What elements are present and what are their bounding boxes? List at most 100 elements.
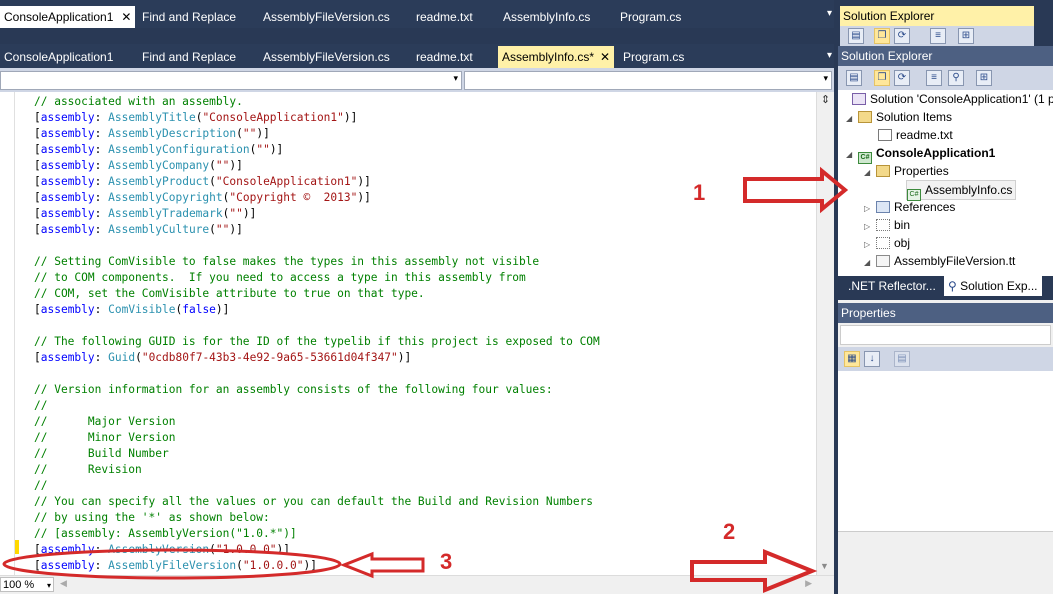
code-line[interactable]: // associated with an assembly.: [34, 94, 600, 110]
object-selector-dropdown[interactable]: [840, 325, 1051, 345]
tab-assemblyinfo-active[interactable]: AssemblyInfo.cs* ✕: [498, 46, 615, 68]
code-line[interactable]: // Version information for an assembly c…: [34, 382, 600, 398]
ghost-tab-find-replace[interactable]: Find and Replace: [138, 6, 240, 28]
tab-assemblyfileversion[interactable]: AssemblyFileVersion.cs: [259, 46, 394, 68]
ghost-tab-program[interactable]: Program.cs: [616, 6, 685, 28]
type-dropdown[interactable]: ▾: [0, 71, 462, 90]
scroll-down-icon[interactable]: ▼: [820, 561, 829, 571]
tree-item-obj[interactable]: ▷ obj: [864, 234, 910, 252]
code-token: )]: [229, 159, 243, 172]
tree-item-readme[interactable]: readme.txt: [878, 126, 953, 144]
expander-icon[interactable]: ◢: [864, 254, 876, 272]
code-line[interactable]: // The following GUID is for the ID of t…: [34, 334, 600, 350]
code-line[interactable]: [34, 238, 600, 254]
code-token: assembly: [40, 143, 95, 156]
ghost-solution-explorer-toolbar: ▤ ❐ ⟳ ≡ ⊞: [840, 26, 1034, 46]
categorized-icon[interactable]: ▦: [844, 351, 860, 367]
code-line[interactable]: // [assembly: AssemblyVersion("1.0.*")]: [34, 526, 600, 542]
tab-dropdown-icon[interactable]: ▾: [827, 8, 832, 19]
code-line[interactable]: [assembly: AssemblyConfiguration("")]: [34, 142, 600, 158]
tab-solution-explorer[interactable]: ⚲ Solution Exp...: [944, 276, 1042, 296]
property-grid[interactable]: [838, 371, 1053, 531]
code-line[interactable]: [34, 366, 600, 382]
member-dropdown[interactable]: ▾: [464, 71, 832, 90]
tab-program[interactable]: Program.cs: [619, 46, 688, 68]
code-line[interactable]: // Major Version: [34, 414, 600, 430]
code-token: [: [34, 207, 41, 220]
code-line[interactable]: // Revision: [34, 462, 600, 478]
code-line[interactable]: // Build Number: [34, 446, 600, 462]
tree-item-assemblyfileversion-tt[interactable]: ◢ AssemblyFileVersion.tt: [864, 252, 1015, 270]
show-all-files-icon[interactable]: ❐: [874, 70, 890, 86]
tab-readme[interactable]: readme.txt: [412, 46, 477, 68]
code-line[interactable]: [assembly: AssemblyCompany("")]: [34, 158, 600, 174]
scroll-right-icon[interactable]: ▶: [805, 578, 812, 589]
ghost-tab-assemblyfileversion[interactable]: AssemblyFileVersion.cs: [259, 6, 394, 28]
code-line[interactable]: [assembly: AssemblyCulture("")]: [34, 222, 600, 238]
property-pages-icon[interactable]: ▤: [894, 351, 910, 367]
class-diagram-icon[interactable]: ⊞: [976, 70, 992, 86]
tree-item-assemblyinfo[interactable]: C# AssemblyInfo.cs: [906, 180, 1017, 201]
refresh-icon[interactable]: ⟳: [894, 28, 910, 44]
code-line[interactable]: [assembly: AssemblyFileVersion("1.0.0.0"…: [34, 558, 600, 574]
code-line[interactable]: //: [34, 478, 600, 494]
code-line[interactable]: // You can specify all the values or you…: [34, 494, 600, 510]
folder-open-icon: [876, 165, 890, 177]
ghost-tab-label: ConsoleApplication1: [4, 10, 114, 24]
zoom-dropdown[interactable]: 100 % ▾: [0, 577, 54, 592]
tab-find-replace[interactable]: Find and Replace: [138, 46, 240, 68]
splitter-icon[interactable]: ⇕: [819, 94, 832, 107]
code-text[interactable]: // associated with an assembly. [assembly…: [34, 94, 600, 574]
code-line[interactable]: [assembly: AssemblyDescription("")]: [34, 126, 600, 142]
code-line[interactable]: //: [34, 398, 600, 414]
code-line[interactable]: // COM, set the ComVisible attribute to …: [34, 286, 600, 302]
tree-item-references[interactable]: ▷ References: [864, 198, 955, 216]
tab-dropdown-icon[interactable]: ▾: [827, 50, 832, 61]
expander-icon[interactable]: ◢: [864, 164, 876, 182]
ghost-tab-consoleapplication1[interactable]: ConsoleApplication1 ✕: [0, 6, 136, 28]
expander-icon[interactable]: ◢: [846, 110, 858, 128]
close-icon[interactable]: ✕: [600, 50, 610, 64]
code-token: AssemblyTrademark: [108, 207, 223, 220]
code-line[interactable]: [assembly: AssemblyTrademark("")]: [34, 206, 600, 222]
alphabetical-icon[interactable]: ↓: [864, 351, 880, 367]
properties-icon[interactable]: ▤: [846, 70, 862, 86]
tree-item-label: obj: [894, 236, 911, 250]
class-diagram-icon[interactable]: ⊞: [958, 28, 974, 44]
view-code-icon[interactable]: ≡: [930, 28, 946, 44]
tab-consoleapplication1[interactable]: ConsoleApplication1: [0, 46, 117, 68]
ghost-tab-readme[interactable]: readme.txt: [412, 6, 477, 28]
tree-item-solution-items[interactable]: ◢ Solution Items: [846, 108, 952, 126]
code-line[interactable]: // by using the '*' as shown below:: [34, 510, 600, 526]
code-line[interactable]: // to COM components. If you need to acc…: [34, 270, 600, 286]
tree-item-bin[interactable]: ▷ bin: [864, 216, 910, 234]
code-line[interactable]: [assembly: Guid("0cdb80f7-43b3-4e92-9a65…: [34, 350, 600, 366]
tree-item-project[interactable]: ◢ C# ConsoleApplication1: [846, 144, 995, 164]
code-line[interactable]: [assembly: AssemblyProduct("ConsoleAppli…: [34, 174, 600, 190]
refresh-icon[interactable]: ⟳: [894, 70, 910, 86]
code-token: )]: [242, 207, 257, 220]
vertical-scrollbar[interactable]: ⇕ ▼: [816, 92, 835, 575]
scroll-left-icon[interactable]: ◀: [60, 578, 67, 589]
code-line[interactable]: [assembly: AssemblyCopyright("Copyright …: [34, 190, 600, 206]
tab-label: .NET Reflector...: [848, 279, 936, 293]
properties-icon[interactable]: ▤: [848, 28, 864, 44]
code-editor[interactable]: // associated with an assembly. [assembly…: [0, 92, 835, 594]
code-line[interactable]: [assembly: AssemblyVersion("1.0.0.0")]: [34, 542, 600, 558]
code-line[interactable]: // Setting ComVisible to false makes the…: [34, 254, 600, 270]
view-code-icon[interactable]: ≡: [926, 70, 942, 86]
code-line[interactable]: [assembly: ComVisible(false)]: [34, 302, 600, 318]
code-line[interactable]: // Minor Version: [34, 430, 600, 446]
tree-item-solution[interactable]: Solution 'ConsoleApplication1' (1 p: [840, 90, 1053, 108]
code-line[interactable]: [34, 318, 600, 334]
expander-icon[interactable]: ◢: [846, 146, 858, 164]
close-icon[interactable]: ✕: [121, 10, 131, 24]
tab-net-reflector[interactable]: .NET Reflector...: [844, 276, 940, 296]
code-token: assembly: [40, 303, 95, 316]
ghost-tab-assemblyinfo[interactable]: AssemblyInfo.cs: [499, 6, 594, 28]
view-designer-icon[interactable]: ⚲: [948, 70, 964, 86]
show-all-files-icon[interactable]: ❐: [874, 28, 890, 44]
horizontal-scrollbar[interactable]: 100 % ▾ ◀ ▶: [0, 575, 834, 594]
code-line[interactable]: [assembly: AssemblyTitle("ConsoleApplica…: [34, 110, 600, 126]
tree-item-properties[interactable]: ◢ Properties: [864, 162, 949, 180]
